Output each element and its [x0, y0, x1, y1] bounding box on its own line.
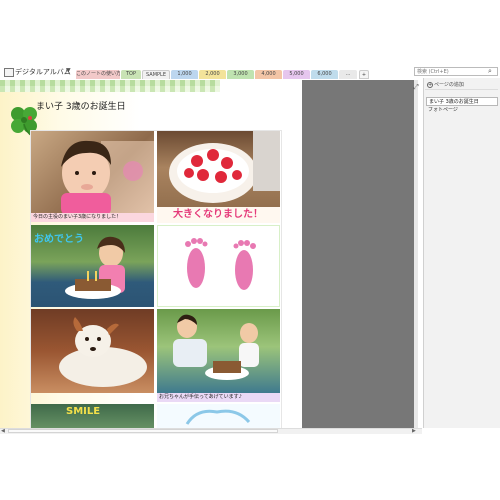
chevron-down-icon[interactable]: ▼: [66, 67, 71, 74]
handwriting-congrats[interactable]: おめでとう: [34, 230, 84, 245]
page-list-panel: [423, 78, 500, 428]
page-canvas: まい子 3歳のお誕生日 今日の主役のまい子3歳になりました！ 大きくなりました！…: [0, 80, 302, 428]
tab-top[interactable]: TOP: [121, 70, 141, 79]
vertical-scrollbar[interactable]: [414, 80, 418, 428]
handwriting-smile[interactable]: SMILE: [66, 406, 100, 417]
photo-drawing[interactable]: [157, 404, 280, 428]
search-input[interactable]: 検索 (Ctrl+E): [414, 67, 498, 76]
tab-sample[interactable]: SAMPLE: [142, 70, 170, 79]
search-icon[interactable]: ⌕: [488, 67, 492, 76]
tab-1000[interactable]: 1,000: [171, 70, 198, 79]
page-item-photo[interactable]: フォトページ: [426, 106, 498, 115]
add-section-button[interactable]: +: [359, 70, 369, 79]
photo-boy-with-cake[interactable]: [157, 309, 280, 393]
page-title[interactable]: まい子 3歳のお誕生日: [36, 99, 126, 112]
handwriting-big[interactable]: 大きくなりました！: [157, 207, 280, 223]
tab-3000[interactable]: 3,000: [227, 70, 254, 79]
tab-6000[interactable]: 6,000: [311, 70, 338, 79]
page-item-birthday[interactable]: まい子 3歳のお誕生日: [426, 97, 498, 106]
tab-how-to-use[interactable]: このノートの使い方: [76, 70, 120, 79]
scroll-left-icon[interactable]: ◀: [1, 428, 5, 434]
notebook-title[interactable]: デジタルアルバム: [15, 67, 71, 77]
expand-icon[interactable]: ⤢: [411, 82, 421, 92]
scrollbar-thumb[interactable]: [8, 429, 278, 433]
tab-5000[interactable]: 5,000: [283, 70, 310, 79]
caption-fourth[interactable]: お兄ちゃんが手伝ってあげています♪: [157, 393, 280, 402]
notebook-icon[interactable]: [4, 68, 14, 77]
photo-footprints[interactable]: [157, 225, 280, 307]
tab-2000[interactable]: 2,000: [199, 70, 226, 79]
tab-more[interactable]: ...: [339, 70, 357, 79]
photo-girl-portrait[interactable]: [31, 131, 154, 213]
tab-4000[interactable]: 4,000: [255, 70, 282, 79]
add-page-button[interactable]: ページの追加: [425, 80, 498, 90]
page-gray-area: [302, 80, 418, 428]
scroll-right-icon[interactable]: ▶: [412, 428, 416, 434]
caption-first[interactable]: 今日の主役のまい子3歳になりました！: [31, 213, 154, 222]
photo-dog[interactable]: [31, 309, 154, 393]
app-window: デジタルアルバム ▼ このノートの使い方 TOP SAMPLE 1,000 2,…: [0, 0, 500, 500]
decorative-strip-lower: [0, 86, 220, 92]
